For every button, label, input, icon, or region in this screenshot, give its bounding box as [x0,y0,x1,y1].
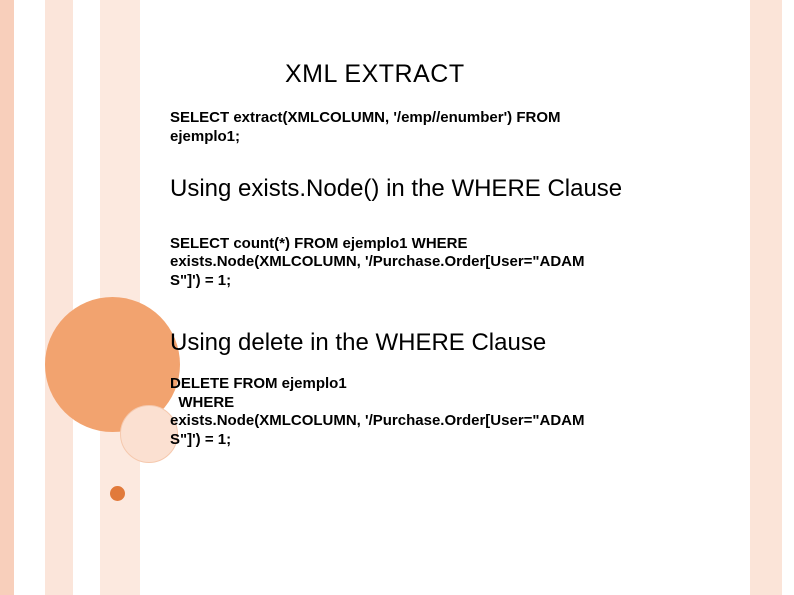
code-line: exists.Node(XMLCOLUMN, '/Purchase.Order[… [170,412,730,431]
code-line: S"]') = 1; [170,431,730,450]
section-heading-existsnode: Using exists.Node() in the WHERE Clause [170,175,730,203]
code-line: DELETE FROM ejemplo1 [170,375,730,394]
code-block-select-count: SELECT count(*) FROM ejemplo1 WHERE exis… [170,235,730,291]
slide-title: XML EXTRACT [285,60,730,89]
section-heading-delete: Using delete in the WHERE Clause [170,329,730,357]
slide-content: XML EXTRACT SELECT extract(XMLCOLUMN, '/… [170,60,730,478]
code-block-extract: SELECT extract(XMLCOLUMN, '/emp//enumber… [170,109,730,147]
code-line: SELECT count(*) FROM ejemplo1 WHERE [170,235,730,254]
decorative-circle-small [110,486,125,501]
code-line: ejemplo1; [170,128,730,147]
code-line: exists.Node(XMLCOLUMN, '/Purchase.Order[… [170,253,730,272]
code-block-delete: DELETE FROM ejemplo1 WHERE exists.Node(X… [170,375,730,450]
bg-stripe-left [0,0,14,595]
code-line: S"]') = 1; [170,272,730,291]
code-line: SELECT extract(XMLCOLUMN, '/emp//enumber… [170,109,730,128]
bg-stripe-right [750,0,782,595]
code-line: WHERE [170,394,730,413]
bg-stripe-2 [45,0,73,595]
